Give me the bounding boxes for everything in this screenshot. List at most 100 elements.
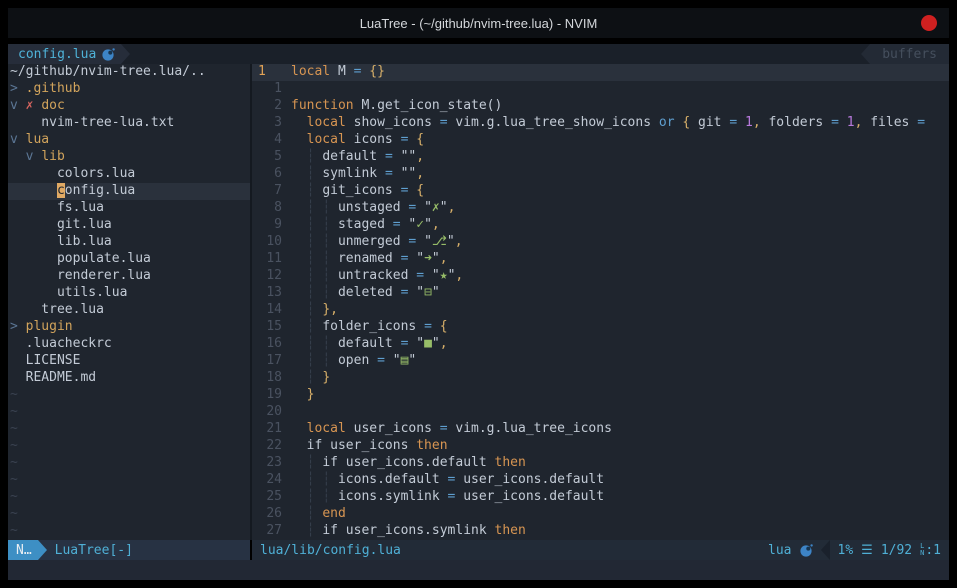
- code-line[interactable]: 11 ┆ ┆ renamed = "➜",: [252, 251, 949, 268]
- code-line[interactable]: 24 ┆ ┆ icons.default = user_icons.defaul…: [252, 472, 949, 489]
- tree-row[interactable]: > plugin: [8, 319, 250, 336]
- code-line[interactable]: 5 ┆ default = "",: [252, 149, 949, 166]
- tree-row[interactable]: git.lua: [8, 217, 250, 234]
- code-segment: [291, 336, 307, 351]
- close-button[interactable]: [921, 15, 937, 31]
- code-line[interactable]: 9 ┆ ┆ staged = "✓",: [252, 217, 949, 234]
- tree-row[interactable]: ~: [8, 472, 250, 489]
- tree-row[interactable]: nvim-tree-lua.txt: [8, 115, 250, 132]
- line-number: 7: [254, 183, 282, 198]
- line-number: 12: [254, 268, 282, 283]
- code-segment: lib.lua: [10, 234, 112, 249]
- code-segment: ┆: [322, 268, 330, 283]
- code-line[interactable]: 25 ┆ ┆ icons.symlink = user_icons.defaul…: [252, 489, 949, 506]
- code-segment: ~: [10, 387, 18, 402]
- code-segment: folders: [761, 115, 831, 130]
- tree-row[interactable]: v ✗ doc: [8, 98, 250, 115]
- buffers-segment[interactable]: buffers: [870, 44, 949, 64]
- code-segment: local: [291, 64, 330, 79]
- tree-row[interactable]: ~/github/nvim-tree.lua/..: [8, 64, 250, 81]
- code-line[interactable]: 20: [252, 404, 949, 421]
- line-number: 26: [254, 506, 282, 521]
- tree-row[interactable]: config.lua: [8, 183, 250, 200]
- code-line[interactable]: 1: [252, 81, 949, 98]
- code-line[interactable]: 15 ┆ folder_icons = {: [252, 319, 949, 336]
- code-segment: symlink: [322, 166, 385, 181]
- code-segment: ": [408, 353, 416, 368]
- code-line[interactable]: 26 ┆ end: [252, 506, 949, 523]
- code-segment: [10, 183, 57, 198]
- code-segment: ~: [10, 455, 18, 470]
- code-line[interactable]: 3 local show_icons = vim.g.lua_tree_show…: [252, 115, 949, 132]
- line-number: 19: [254, 387, 282, 402]
- line-number: 14: [254, 302, 282, 317]
- code-segment: ~: [10, 404, 18, 419]
- code-line[interactable]: 13 ┆ ┆ deleted = "⊟": [252, 285, 949, 302]
- code-segment: icons.default: [338, 472, 448, 487]
- code-segment: },: [322, 302, 338, 317]
- mode-arrow: [38, 540, 47, 560]
- code-segment: function: [291, 98, 354, 113]
- code-line[interactable]: 4 local icons = {: [252, 132, 949, 149]
- code-line[interactable]: 17 ┆ ┆ open = "▤": [252, 353, 949, 370]
- tree-row[interactable]: ~: [8, 489, 250, 506]
- code-segment: ,: [455, 268, 463, 283]
- code-line[interactable]: 6 ┆ symlink = "",: [252, 166, 949, 183]
- tree-row[interactable]: v lua: [8, 132, 250, 149]
- tree-row[interactable]: populate.lua: [8, 251, 250, 268]
- code-line[interactable]: 19 }: [252, 387, 949, 404]
- tree-row[interactable]: ~: [8, 438, 250, 455]
- tree-row[interactable]: .luacheckrc: [8, 336, 250, 353]
- tree-row[interactable]: colors.lua: [8, 166, 250, 183]
- tree-row[interactable]: ~: [8, 455, 250, 472]
- code-line[interactable]: 1local M = {}: [252, 64, 949, 81]
- line-number: 13: [254, 285, 282, 300]
- code-segment: if user_icons.symlink: [322, 523, 494, 538]
- tree-row[interactable]: ~: [8, 387, 250, 404]
- code-line[interactable]: 8 ┆ ┆ unstaged = "✗",: [252, 200, 949, 217]
- tree-row[interactable]: ~: [8, 404, 250, 421]
- tree-row[interactable]: tree.lua: [8, 302, 250, 319]
- code-segment: vim.g.lua_tree_show_icons: [448, 115, 659, 130]
- code-segment: [291, 200, 307, 215]
- tree-row[interactable]: README.md: [8, 370, 250, 387]
- tree-row[interactable]: lib.lua: [8, 234, 250, 251]
- tree-row[interactable]: LICENSE: [8, 353, 250, 370]
- code-line[interactable]: 16 ┆ ┆ default = "■",: [252, 336, 949, 353]
- tree-row[interactable]: ~: [8, 421, 250, 438]
- tabline-fill: [130, 44, 861, 64]
- code-segment: ~: [10, 506, 18, 521]
- code-segment: if user_icons: [291, 438, 416, 453]
- buffers-label: buffers: [882, 47, 937, 62]
- tree-row[interactable]: v lib: [8, 149, 250, 166]
- tree-row[interactable]: renderer.lua: [8, 268, 250, 285]
- code-segment: ★: [440, 268, 448, 283]
- code-line[interactable]: 7 ┆ git_icons = {: [252, 183, 949, 200]
- code-line[interactable]: 14 ┆ },: [252, 302, 949, 319]
- lua-moon-icon: [800, 544, 813, 557]
- code-segment: =: [917, 115, 925, 130]
- code-segment: {: [416, 132, 424, 147]
- code-line[interactable]: 21 local user_icons = vim.g.lua_tree_ico…: [252, 421, 949, 438]
- tree-row[interactable]: ~: [8, 523, 250, 540]
- tree-row[interactable]: fs.lua: [8, 200, 250, 217]
- code-segment: ,: [440, 251, 448, 266]
- code-line[interactable]: 23 ┆ if user_icons.default then: [252, 455, 949, 472]
- tree-row[interactable]: > .github: [8, 81, 250, 98]
- code-segment: }: [307, 387, 315, 402]
- code-line[interactable]: 18 ┆ }: [252, 370, 949, 387]
- code-segment: v: [10, 132, 18, 147]
- code-segment: =: [377, 353, 385, 368]
- code-line[interactable]: 10 ┆ ┆ unmerged = "⎇",: [252, 234, 949, 251]
- code-segment: ,: [753, 115, 761, 130]
- tree-row[interactable]: utils.lua: [8, 285, 250, 302]
- code-line[interactable]: 2function M.get_icon_state(): [252, 98, 949, 115]
- code-line[interactable]: 22 if user_icons then: [252, 438, 949, 455]
- tree-row[interactable]: ~: [8, 506, 250, 523]
- code-segment: git.lua: [10, 217, 112, 232]
- code-segment: =: [831, 115, 839, 130]
- code-line[interactable]: 27 ┆ if user_icons.symlink then: [252, 523, 949, 540]
- file-tree: ~/github/nvim-tree.lua/..> .githubv ✗ do…: [8, 64, 250, 540]
- tab-config-lua[interactable]: config.lua: [8, 44, 121, 64]
- code-line[interactable]: 12 ┆ ┆ untracked = "★",: [252, 268, 949, 285]
